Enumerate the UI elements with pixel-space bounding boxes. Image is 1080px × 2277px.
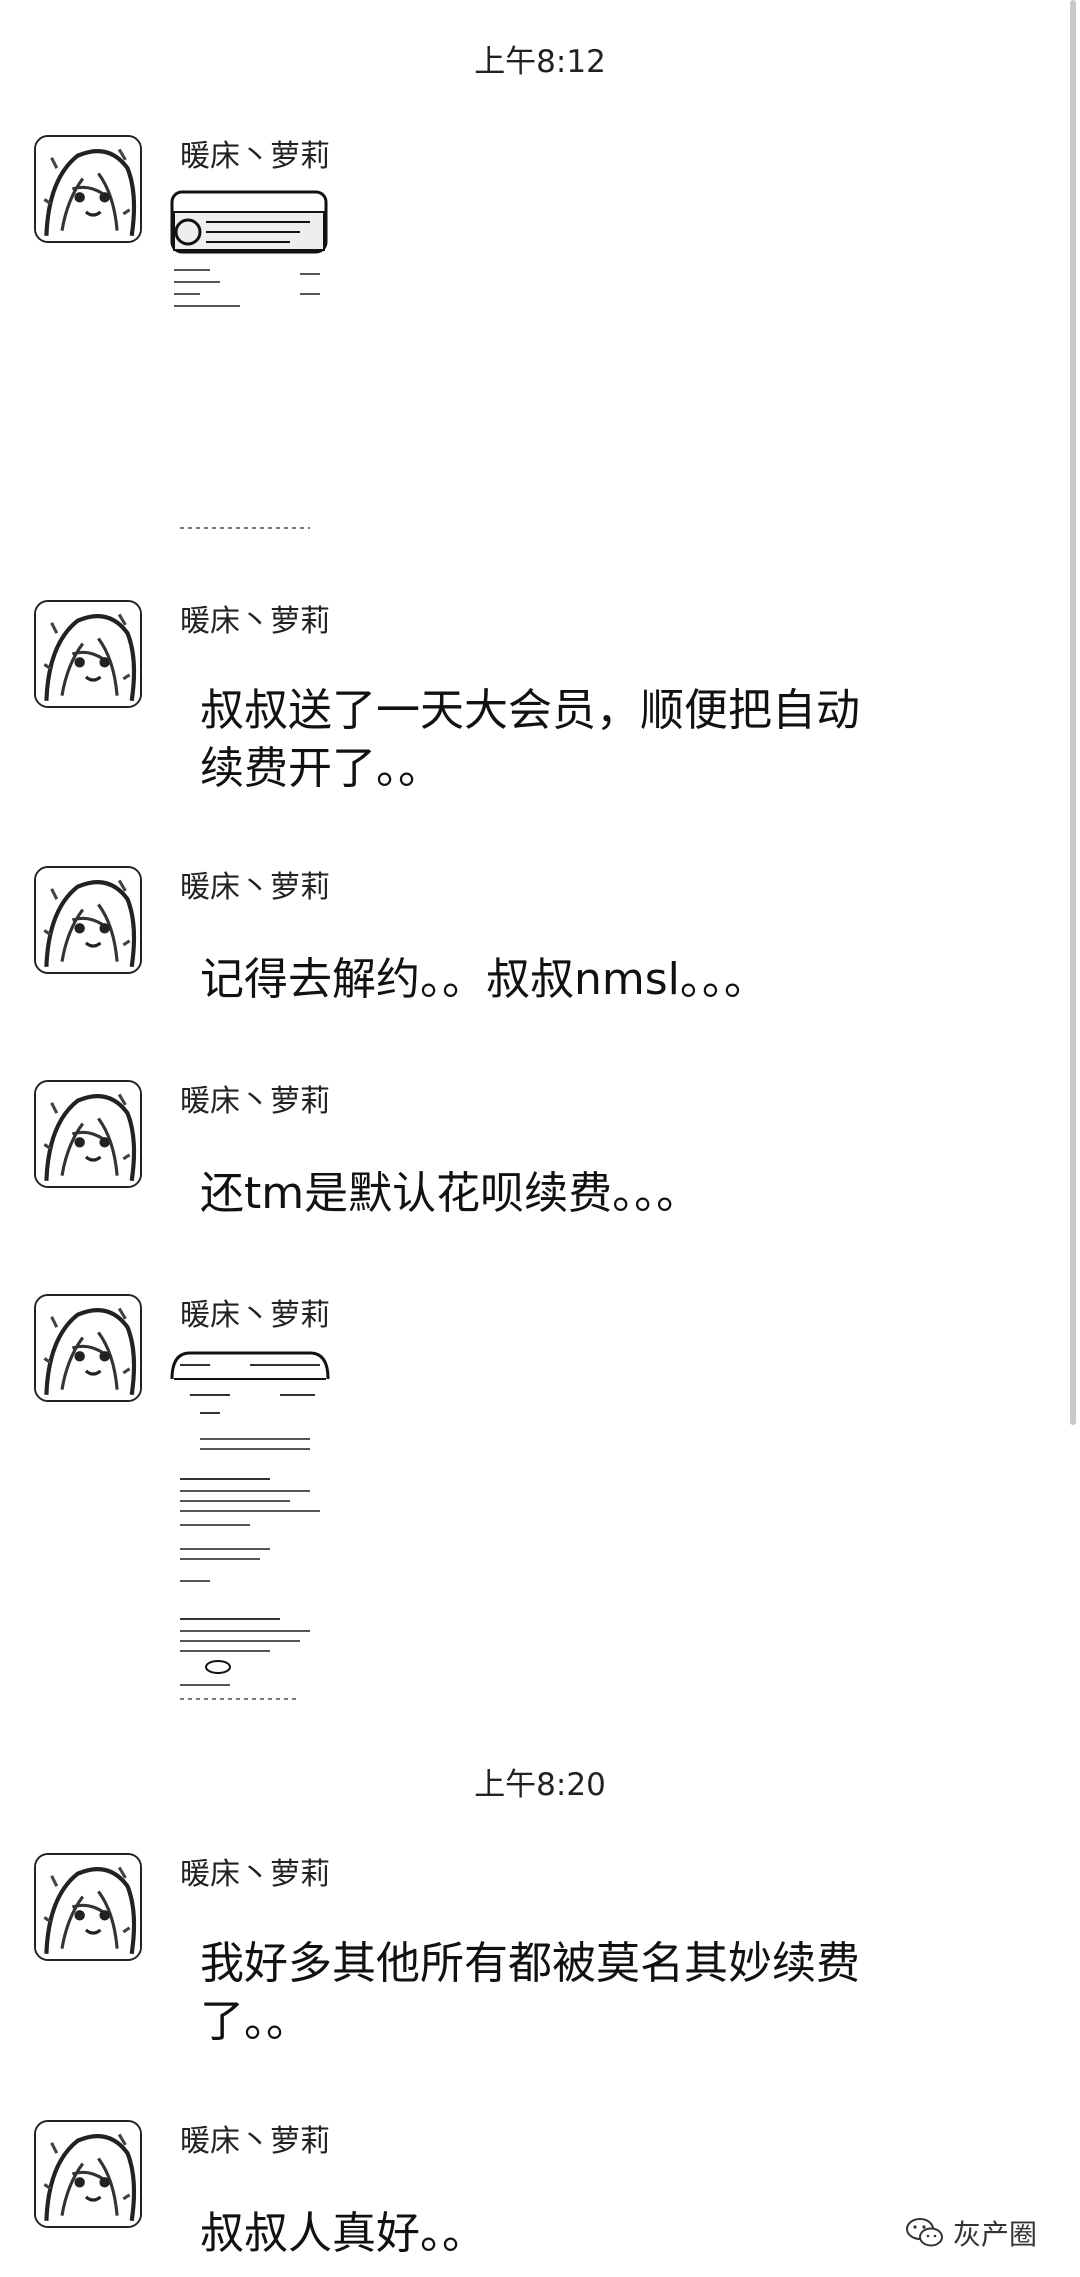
message-text[interactable]: 叔叔人真好。。 — [200, 2205, 900, 2263]
sender-name: 暖床丶萝莉 — [180, 1084, 330, 1119]
sender-name: 暖床丶萝莉 — [180, 604, 330, 639]
message-line: 我好多其他所有都被莫名其妙续费 — [200, 1938, 860, 1989]
avatar-image — [36, 1855, 140, 1959]
timestamp: 上午8:12 — [474, 44, 606, 80]
screenshot-thumbnail — [170, 190, 328, 529]
chat-scrollbar[interactable] — [1070, 0, 1076, 1425]
image-message[interactable] — [170, 190, 330, 540]
message-text[interactable]: 还tm是默认花呗续费。。。 — [200, 1165, 900, 1223]
avatar-image — [36, 1082, 140, 1186]
screenshot-thumbnail — [170, 1351, 330, 1700]
message-line: 叔叔送了一天大会员，顺便把自动 — [200, 685, 860, 736]
avatar[interactable] — [34, 600, 142, 708]
avatar[interactable] — [34, 866, 142, 974]
avatar-image — [36, 2122, 140, 2226]
message-line: 还tm是默认花呗续费。。。 — [200, 1168, 701, 1219]
message-text[interactable]: 我好多其他所有都被莫名其妙续费 了。。 — [200, 1935, 900, 2051]
message-line: 记得去解约。。叔叔nmsl。。。 — [200, 954, 768, 1005]
sender-name: 暖床丶萝莉 — [180, 870, 330, 905]
avatar[interactable] — [34, 1853, 142, 1961]
sender-name: 暖床丶萝莉 — [180, 1857, 330, 1892]
watermark-text: 灰产圈 — [953, 2218, 1038, 2251]
avatar-image — [36, 1296, 140, 1400]
sender-name: 暖床丶萝莉 — [180, 139, 330, 174]
message-line: 了。。 — [200, 1996, 310, 2047]
avatar-image — [36, 602, 140, 706]
avatar-image — [36, 868, 140, 972]
avatar[interactable] — [34, 135, 142, 243]
message-text[interactable]: 记得去解约。。叔叔nmsl。。。 — [200, 951, 900, 1009]
image-message[interactable] — [170, 1349, 330, 1704]
message-line: 叔叔人真好。。 — [200, 2208, 486, 2259]
avatar-image — [36, 137, 140, 241]
watermark: 灰产圈 — [905, 2213, 1037, 2253]
wechat-icon — [906, 2218, 943, 2247]
sender-name: 暖床丶萝莉 — [180, 1298, 330, 1333]
message-line: 续费开了。。 — [200, 743, 442, 794]
message-text[interactable]: 叔叔送了一天大会员，顺便把自动 续费开了。。 — [200, 682, 900, 798]
timestamp: 上午8:20 — [474, 1767, 606, 1803]
avatar[interactable] — [34, 2120, 142, 2228]
avatar[interactable] — [34, 1080, 142, 1188]
avatar[interactable] — [34, 1294, 142, 1402]
sender-name: 暖床丶萝莉 — [180, 2124, 330, 2159]
